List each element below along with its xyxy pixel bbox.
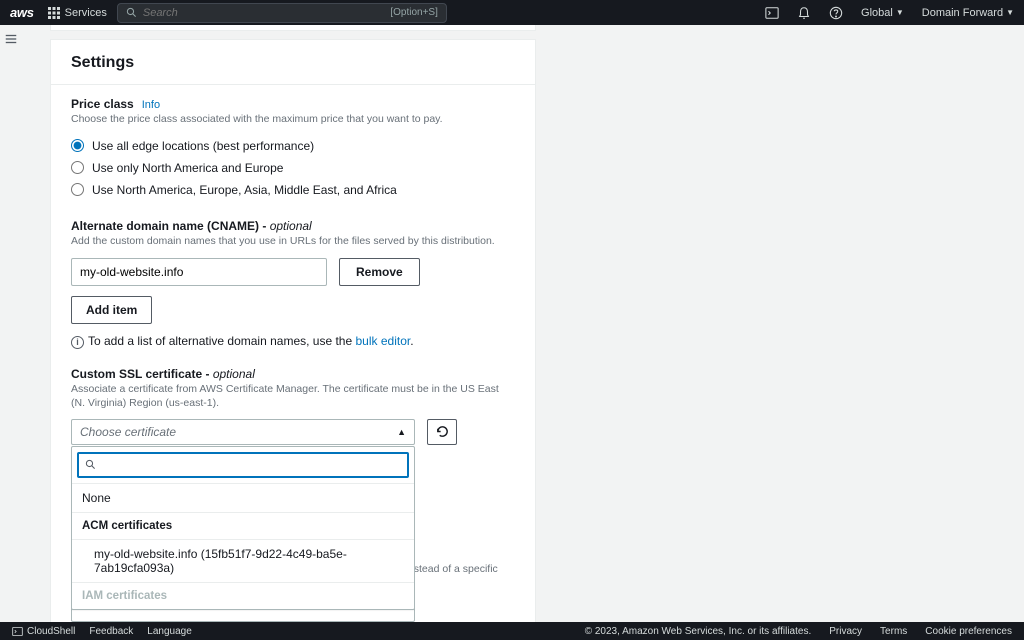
bulk-editor-link[interactable]: bulk editor: [356, 334, 411, 348]
search-shortcut: [Option+S]: [390, 7, 438, 18]
ssl-certificate-select[interactable]: Choose certificate ▲: [71, 419, 415, 445]
dropdown-search-input[interactable]: [101, 458, 401, 472]
price-class-info-link[interactable]: Info: [142, 99, 160, 111]
cname-section: Alternate domain name (CNAME) - optional…: [71, 219, 515, 350]
account-menu[interactable]: Domain Forward▼: [922, 7, 1014, 19]
search-icon: [85, 459, 96, 470]
help-icon[interactable]: [829, 6, 843, 20]
price-class-hint: Choose the price class associated with t…: [71, 113, 515, 127]
aws-logo[interactable]: aws: [10, 5, 34, 20]
price-class-label: Price class: [71, 97, 134, 111]
search-icon: [126, 7, 137, 18]
services-menu[interactable]: Services: [48, 7, 107, 19]
price-option-na-eu[interactable]: Use only North America and Europe: [71, 157, 515, 179]
bulk-editor-hint: iTo add a list of alternative domain nam…: [71, 334, 515, 349]
dropdown-option-acm-cert[interactable]: my-old-website.info (15fb51f7-9d22-4c49-…: [72, 540, 414, 582]
footer-copyright: © 2023, Amazon Web Services, Inc. or its…: [585, 626, 812, 637]
footer-cookie-preferences[interactable]: Cookie preferences: [925, 626, 1012, 637]
cname-label: Alternate domain name (CNAME) - optional: [71, 219, 312, 233]
footer-language[interactable]: Language: [147, 626, 192, 637]
dropdown-group-acm: ACM certificates: [72, 512, 414, 540]
footer-cloudshell[interactable]: CloudShell: [12, 626, 75, 637]
panel-header: Settings: [51, 40, 535, 85]
price-option-na-eu-radio[interactable]: [71, 161, 84, 174]
search-input[interactable]: [143, 7, 390, 19]
top-nav: aws Services [Option+S] Global▼ Domain F…: [0, 0, 1024, 25]
region-selector[interactable]: Global▼: [861, 7, 904, 19]
ssl-select-placeholder: Choose certificate: [80, 425, 176, 439]
footer-terms[interactable]: Terms: [880, 626, 907, 637]
ssl-label: Custom SSL certificate - optional: [71, 367, 255, 381]
panel-title: Settings: [71, 54, 515, 72]
add-item-button[interactable]: Add item: [71, 296, 152, 324]
footer-feedback[interactable]: Feedback: [89, 626, 133, 637]
dropdown-group-iam: IAM certificates: [72, 582, 414, 609]
cname-remove-button[interactable]: Remove: [339, 258, 420, 286]
notifications-icon[interactable]: [797, 6, 811, 20]
chevron-up-icon: ▲: [397, 427, 406, 437]
price-option-na-eu-asia-radio[interactable]: [71, 183, 84, 196]
ssl-hint: Associate a certificate from AWS Certifi…: [71, 383, 515, 410]
ssl-section: Custom SSL certificate - optional Associ…: [71, 367, 515, 622]
footer: CloudShell Feedback Language © 2023, Ama…: [0, 622, 1024, 640]
global-search[interactable]: [Option+S]: [117, 3, 447, 23]
services-grid-icon: [48, 7, 60, 19]
footer-privacy[interactable]: Privacy: [829, 626, 862, 637]
price-option-na-eu-asia[interactable]: Use North America, Europe, Asia, Middle …: [71, 179, 515, 201]
main-content: Settings Price class Info Choose the pri…: [24, 25, 1024, 622]
sidebar-toggle[interactable]: [4, 32, 18, 46]
info-icon: i: [71, 336, 84, 349]
price-option-all-radio[interactable]: [71, 139, 84, 152]
dropdown-option-none[interactable]: None: [72, 484, 414, 512]
settings-panel: Settings Price class Info Choose the pri…: [50, 39, 536, 622]
cname-hint: Add the custom domain names that you use…: [71, 235, 515, 249]
services-label: Services: [65, 7, 107, 19]
cname-input[interactable]: [71, 258, 327, 286]
cloudshell-icon: [12, 626, 23, 637]
ssl-refresh-button[interactable]: [427, 419, 457, 445]
price-option-all[interactable]: Use all edge locations (best performance…: [71, 135, 515, 157]
cloudshell-icon[interactable]: [765, 6, 779, 20]
ssl-certificate-dropdown: None ACM certificates my-old-website.inf…: [71, 446, 415, 610]
dropdown-search-row: [72, 447, 414, 484]
price-class-section: Price class Info Choose the price class …: [71, 97, 515, 201]
